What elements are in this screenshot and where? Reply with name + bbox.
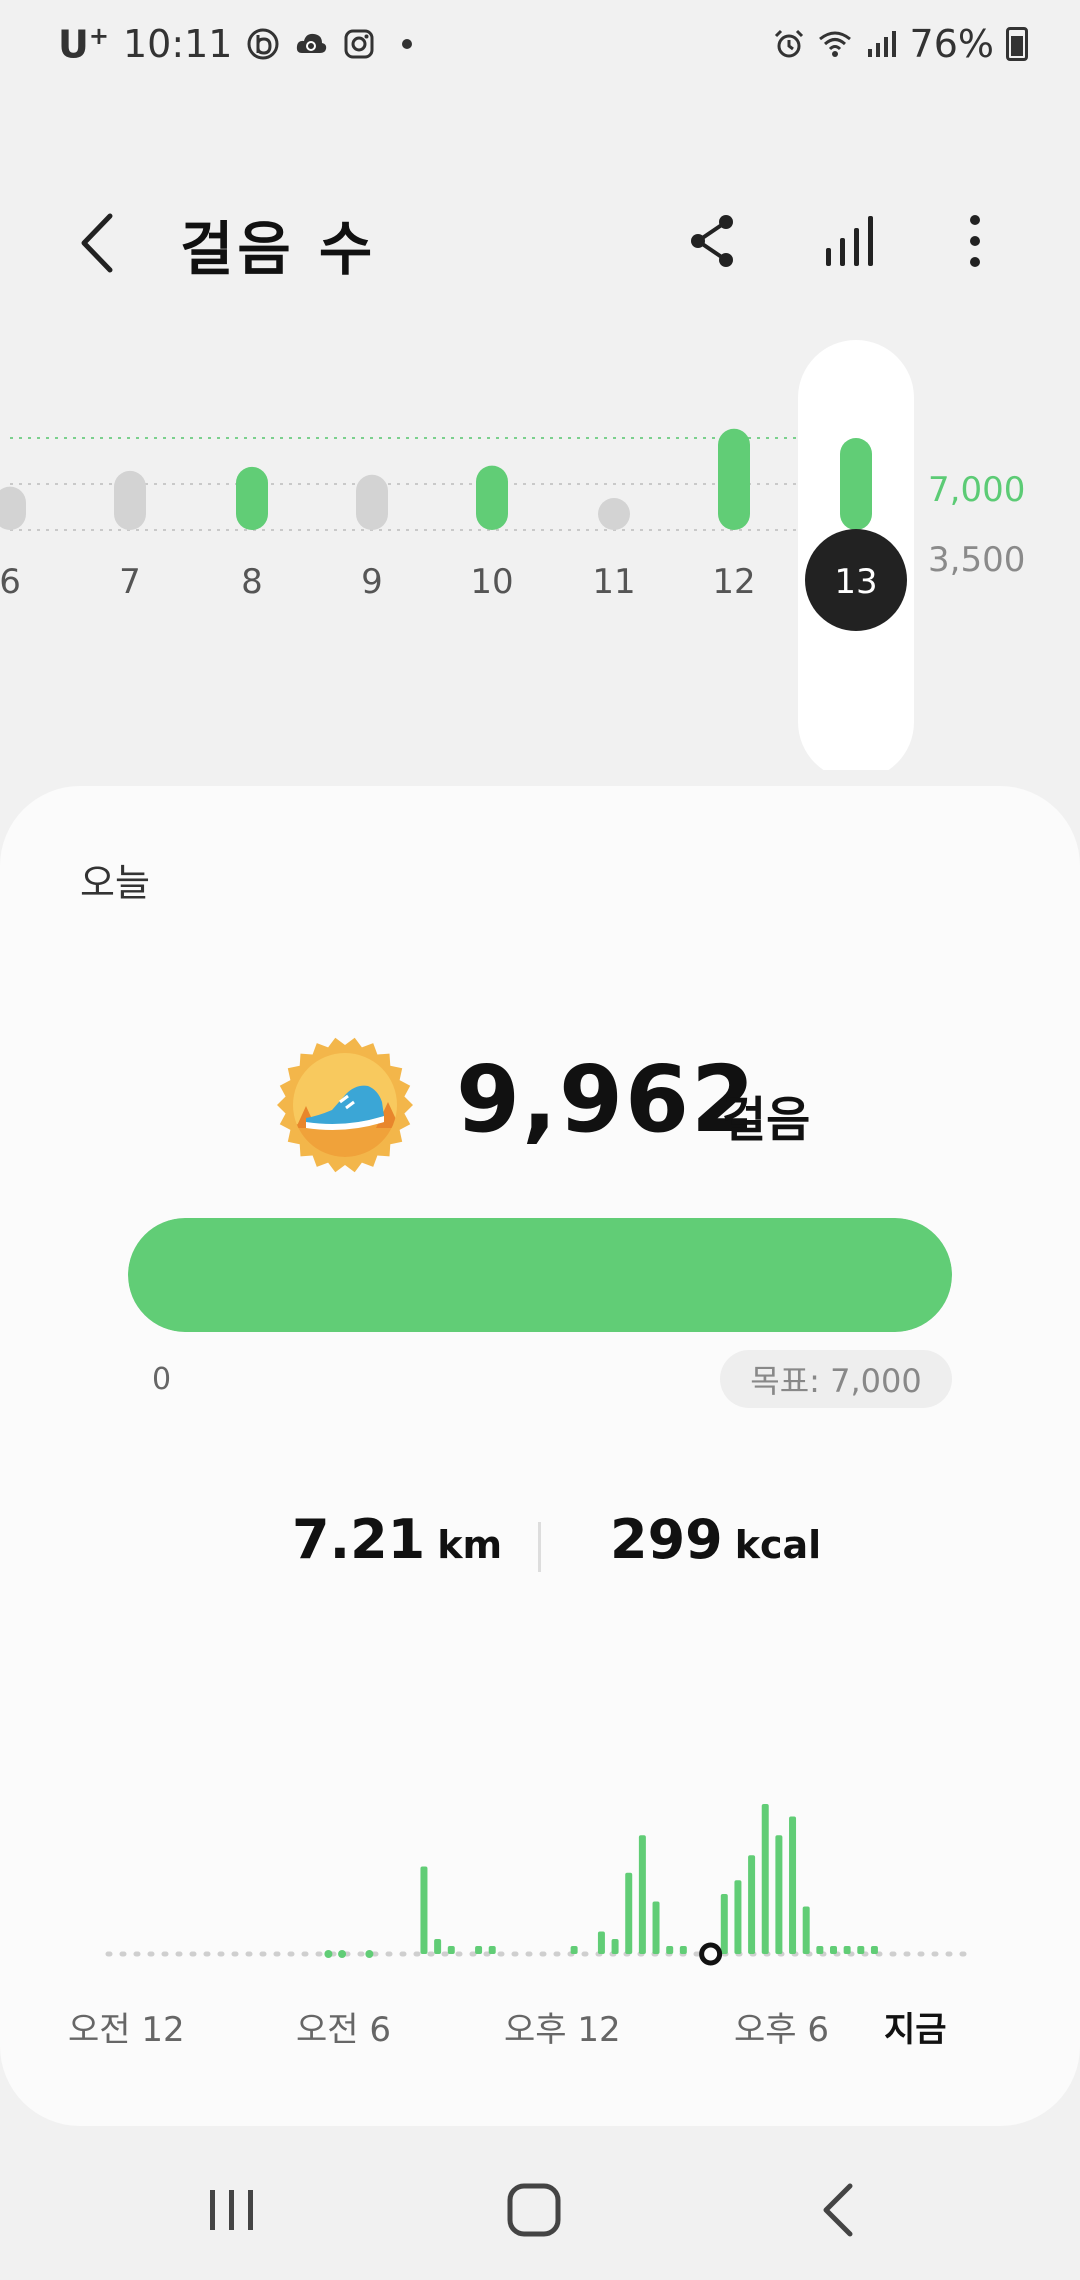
week-bar[interactable] — [598, 498, 630, 530]
hour-bar — [638, 1835, 646, 1954]
time-label-12am: 오전 12 — [68, 2010, 185, 2050]
time-label-12pm: 오후 12 — [504, 2010, 621, 2050]
week-bar[interactable] — [356, 474, 388, 530]
weekly-chart-svg: 6 7 8 9 10 11 12 13 — [0, 340, 914, 770]
week-bar[interactable] — [0, 486, 26, 530]
hour-bar — [488, 1946, 496, 1954]
instagram-icon — [344, 29, 374, 59]
hour-bar — [679, 1946, 687, 1954]
goal-line-label: 7,000 — [928, 470, 1026, 510]
week-bar[interactable] — [236, 466, 268, 530]
hour-dot — [365, 1950, 374, 1958]
hour-bar — [434, 1939, 442, 1954]
time-label-6am: 오전 6 — [296, 2010, 391, 2050]
distance-value: 7.21 — [292, 1508, 426, 1571]
stats-row: 7.21 km 299 kcal — [0, 1508, 1080, 1608]
goal-progress-bar — [128, 1218, 952, 1332]
hour-bar — [597, 1931, 605, 1954]
hour-bar — [829, 1946, 837, 1954]
hour-bar — [652, 1901, 660, 1954]
page-title: 걸음 수 — [180, 215, 377, 283]
week-bar[interactable] — [840, 438, 872, 530]
goal-progress-fill — [128, 1218, 952, 1332]
system-nav-bar — [0, 2130, 1080, 2280]
week-day-label: 6 — [0, 562, 21, 602]
time-label-6pm: 오후 6 — [734, 2010, 829, 2050]
week-day-label: 9 — [361, 562, 383, 602]
more-vert-icon[interactable] — [942, 208, 1008, 274]
back-nav-icon[interactable] — [798, 2170, 878, 2250]
weekly-step-chart[interactable]: 6 7 8 9 10 11 12 13 7,000 3,500 — [0, 330, 1080, 770]
time-label-now: 지금 — [884, 2010, 947, 2050]
battery-icon — [1006, 27, 1028, 61]
week-day-label: 12 — [712, 562, 755, 602]
hour-dot — [324, 1950, 333, 1958]
b-app-icon — [247, 28, 279, 60]
hour-bar — [775, 1835, 783, 1954]
goal-pill: 목표: 7,000 — [720, 1350, 952, 1408]
hour-bar — [420, 1866, 428, 1954]
chevron-left-icon[interactable] — [70, 208, 130, 278]
week-bar[interactable] — [476, 465, 508, 530]
calories-stat: 299 kcal — [610, 1508, 821, 1571]
week-day-label: 7 — [119, 562, 141, 602]
shoe-badge-icon — [277, 1037, 413, 1173]
calories-unit: kcal — [734, 1523, 822, 1567]
carrier-label: U+ — [58, 22, 109, 67]
week-day-label: 13 — [834, 562, 877, 602]
hour-bar — [570, 1946, 578, 1954]
hour-bar — [761, 1804, 769, 1954]
hour-bar — [748, 1855, 756, 1954]
status-time: 10:11 — [122, 22, 233, 67]
hour-bar — [720, 1894, 728, 1954]
wifi-icon — [818, 31, 851, 57]
recent-apps-icon[interactable] — [192, 2170, 272, 2250]
week-bar[interactable] — [718, 428, 750, 530]
hour-bar — [447, 1946, 455, 1954]
steps-unit: 걸음 — [722, 1092, 811, 1148]
steps-count: 9,962 — [456, 1046, 758, 1153]
hour-bar — [870, 1946, 878, 1954]
share-icon[interactable] — [680, 208, 746, 274]
calories-value: 299 — [610, 1508, 723, 1571]
cloud-sync-icon — [297, 34, 327, 54]
battery-percent: 76% — [909, 22, 994, 66]
current-time-marker — [699, 1942, 723, 1966]
today-label: 오늘 — [80, 861, 150, 905]
dot-icon — [402, 39, 413, 50]
hour-bar — [843, 1946, 851, 1954]
distance-unit: km — [437, 1523, 503, 1567]
daily-step-chart[interactable] — [0, 1736, 1080, 2036]
hour-bar — [857, 1946, 865, 1954]
app-header: 걸음 수 — [0, 180, 1080, 300]
hour-bar — [666, 1946, 674, 1954]
week-day-label: 10 — [470, 562, 513, 602]
hour-dot — [338, 1950, 347, 1958]
hour-bar — [611, 1939, 619, 1954]
week-bar[interactable] — [114, 470, 146, 530]
bar-chart-icon[interactable] — [818, 208, 884, 274]
status-bar: U+ 10:11 76% — [0, 0, 1080, 100]
hour-bar — [734, 1880, 742, 1954]
progress-start-label: 0 — [152, 1362, 172, 1397]
today-card: 오늘 9,962 걸음 0 목표: 7,000 7.21 km 299 kcal 오… — [0, 786, 1080, 2126]
hour-bar — [625, 1872, 633, 1954]
home-icon[interactable] — [494, 2170, 574, 2250]
week-day-label: 8 — [241, 562, 263, 602]
stats-divider — [538, 1522, 541, 1572]
week-day-label: 11 — [592, 562, 635, 602]
hour-bar — [816, 1946, 824, 1954]
hour-bar — [789, 1816, 797, 1954]
hour-bar — [802, 1906, 810, 1954]
signal-icon — [867, 31, 896, 57]
half-goal-line-label: 3,500 — [928, 540, 1026, 580]
alarm-icon — [774, 29, 803, 58]
distance-stat: 7.21 km — [292, 1508, 502, 1571]
hour-bar — [475, 1946, 483, 1954]
